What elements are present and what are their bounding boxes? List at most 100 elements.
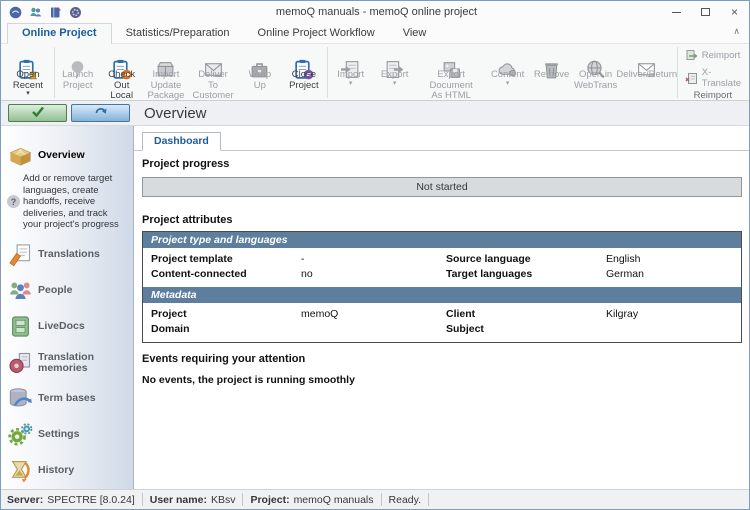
tab-view[interactable]: View <box>389 24 441 43</box>
sidebar-item-label: Translations <box>38 249 100 260</box>
import-button[interactable]: Import ▾ <box>329 46 373 87</box>
memoq-logo-icon[interactable] <box>9 6 22 19</box>
sidebar-item-label: History <box>38 465 74 476</box>
refresh-button[interactable] <box>71 104 130 122</box>
package-box-icon <box>155 48 176 69</box>
launch-project-label: Launch Project <box>62 70 93 91</box>
export-document-as-html-button[interactable]: Export Document As HTML ▾ <box>417 46 486 101</box>
attr-value: English <box>598 253 741 266</box>
deliver-to-customer-portal-button[interactable]: Deliver To Customer Portal <box>188 46 238 101</box>
sidebar-item-label: LiveDocs <box>38 321 85 332</box>
sidebar-overview-description: ? Add or remove target languages, create… <box>1 170 133 237</box>
quick-access-toolbar <box>1 6 91 19</box>
clipboard-hourglass-icon <box>17 48 38 69</box>
attr-label: Domain <box>143 323 293 336</box>
check-out-local-copy-label: Check Out Local Copy <box>104 70 140 101</box>
html-export-icon <box>441 48 462 69</box>
tab-dashboard[interactable]: Dashboard <box>142 132 221 151</box>
sidebar-item-people[interactable]: People <box>1 273 133 309</box>
statusbar-project: Project: memoQ manuals <box>250 494 380 506</box>
project-progress-heading: Project progress <box>142 158 742 170</box>
open-recent-button[interactable]: Open Recent ▾ <box>3 46 53 97</box>
sidebar-item-overview[interactable]: Overview <box>1 140 133 170</box>
export-button[interactable]: Export ▾ <box>373 46 417 87</box>
ribbon-collapse-icon[interactable]: ∧ <box>733 26 740 37</box>
sidebar-item-settings[interactable]: Settings <box>1 417 133 453</box>
apply-changes-button[interactable] <box>8 104 67 122</box>
dashboard-tab-row: Dashboard <box>134 126 749 151</box>
attr-value: memoQ <box>293 308 438 321</box>
attr-label: Project <box>143 308 293 321</box>
statusbar-divider <box>428 493 429 506</box>
ribbon: Open Recent ▾ Launch Project <box>1 44 749 101</box>
maximize-button[interactable] <box>691 2 720 23</box>
tab-online-project[interactable]: Online Project <box>7 23 112 44</box>
close-project-button[interactable]: Close Project <box>282 46 326 91</box>
window-title: memoQ manuals - memoQ online project <box>91 6 662 18</box>
clipboard-checkout-icon <box>111 48 132 69</box>
attr-value: German <box>598 268 741 281</box>
content-label: Content <box>491 70 524 81</box>
gears-icon <box>7 422 34 447</box>
close-button[interactable]: × <box>720 2 749 23</box>
check-out-local-copy-button[interactable]: Check Out Local Copy <box>100 46 144 101</box>
tab-online-project-workflow[interactable]: Online Project Workflow <box>244 24 389 43</box>
project-progress-bar: Not started <box>142 177 742 197</box>
table-row: Project memoQ Client Kilgray <box>143 307 741 322</box>
attr-value: Kilgray <box>598 308 741 321</box>
cloud-icon <box>497 48 518 69</box>
import-update-package-button[interactable]: Import Update Package <box>144 46 189 101</box>
ribbon-group-document: Import ▾ Export ▾ Export Document As HTM… <box>329 45 676 100</box>
x-translate-button[interactable]: X-Translate <box>679 66 747 90</box>
check-icon <box>31 104 45 122</box>
description-text: Add or remove target languages, create h… <box>23 173 123 231</box>
project-attributes-table: Project type and languages Project templ… <box>142 231 742 343</box>
sidebar-item-label: People <box>38 285 72 296</box>
minimize-icon <box>672 12 681 13</box>
memoq-online-project-window: memoQ manuals - memoQ online project × O… <box>0 0 750 510</box>
wrap-up-button[interactable]: Wrap Up <box>238 46 282 91</box>
sidebar-item-translations[interactable]: Translations <box>1 237 133 273</box>
title-bar: memoQ manuals - memoQ online project × <box>1 1 749 23</box>
envelope-return-icon <box>636 48 657 69</box>
database-icon <box>7 386 34 411</box>
window-controls: × <box>662 2 749 23</box>
tab-statistics-preparation[interactable]: Statistics/Preparation <box>112 24 244 43</box>
translations-icon <box>7 242 34 267</box>
book-toolbar-icon[interactable] <box>49 6 62 19</box>
sidebar-item-label: Overview <box>38 150 85 161</box>
attr-value: no <box>293 268 438 281</box>
deliver-return-button[interactable]: Deliver/Return <box>618 46 676 81</box>
ribbon-separator <box>677 47 678 98</box>
content-button[interactable]: Content ▾ <box>486 46 530 87</box>
sidebar-item-history[interactable]: History <box>1 453 133 489</box>
people-toolbar-icon[interactable] <box>29 6 42 19</box>
ribbon-separator <box>327 47 328 98</box>
open-in-webtrans-button[interactable]: Open in WebTrans <box>574 46 618 91</box>
minimize-button[interactable] <box>662 2 691 23</box>
server-value: SPECTRE [8.0.24] <box>47 494 135 506</box>
ready-text: Ready. <box>389 494 422 506</box>
sidebar-item-translation-memories[interactable]: Translation memories <box>1 345 133 381</box>
project-label: Project: <box>250 494 289 506</box>
attr-group-header: Project type and languages <box>143 232 741 248</box>
launch-project-button[interactable]: Launch Project <box>56 46 100 91</box>
remove-button[interactable]: Remove <box>530 46 574 81</box>
x-translate-label: X-Translate <box>702 67 741 89</box>
close-icon: × <box>731 5 738 19</box>
trash-icon <box>541 48 562 69</box>
reimport-button[interactable]: Reimport <box>679 48 747 63</box>
project-value: memoQ manuals <box>294 494 374 506</box>
sidebar-item-term-bases[interactable]: Term bases <box>1 381 133 417</box>
attr-value <box>293 323 438 336</box>
memory-cards-icon <box>7 350 34 375</box>
page-title: Overview <box>144 105 207 122</box>
export-label: Export <box>381 70 408 81</box>
sidebar-item-livedocs[interactable]: LiveDocs <box>1 309 133 345</box>
ribbon-group-reimport: Reimport X-Translate Reimport <box>679 45 747 100</box>
project-attributes-heading: Project attributes <box>142 214 742 226</box>
export-document-as-html-label: Export Document As HTML <box>421 70 482 101</box>
attr-label: Project template <box>143 253 293 266</box>
gear-toolbar-icon[interactable] <box>69 6 82 19</box>
dropdown-caret-icon: ▾ <box>393 81 397 87</box>
